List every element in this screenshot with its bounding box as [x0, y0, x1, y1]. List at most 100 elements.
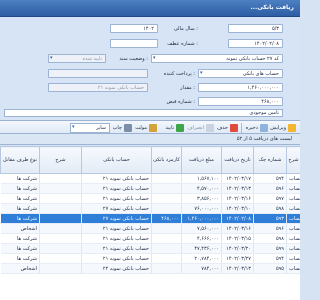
date-value: ۱۴۰۲/۰۲/۰۸ — [254, 41, 279, 47]
table-cell: شرکت ها — [0, 203, 40, 214]
payer-dropdown[interactable]: ▾ حساب های بانکی — [198, 69, 283, 78]
column-header[interactable]: شماره چک — [253, 146, 287, 174]
number-field[interactable]: ۵/۳ — [228, 24, 283, 33]
confirm-button[interactable]: تایید — [166, 123, 184, 133]
fiscal-year-label: سال مالی : — [173, 26, 198, 32]
chevron-down-icon[interactable]: ▾ — [153, 56, 159, 61]
receipt-form: ۵/۳ سال مالی : ۱۴۰۲ ۱۴۰۲/۰۲/۰۸ شماره عطف… — [0, 17, 300, 118]
table-cell: ۵۹۸ — [253, 233, 287, 244]
description-field[interactable]: تامین موجودی — [4, 109, 283, 117]
amount-label: مقدار : — [180, 85, 195, 91]
table-cell: ۱۴۰۲/۰۳/۲۷ — [221, 253, 254, 264]
edit-label: ویرایش — [270, 125, 286, 131]
table-cell: ۵۹۴ — [253, 173, 287, 184]
table-row[interactable]: اشخاص حساب بانکی نمونه ۲۱ ۷,۵۶۰,۰۰۰ ۱۴۰۲/۰۳… — [0, 223, 300, 234]
table-cell: شرکت ها — [0, 173, 40, 184]
table-cell: حساب بانکی نمونه ۲۲ — [81, 263, 152, 274]
date-field[interactable]: ۱۴۰۲/۰۲/۰۸ — [228, 39, 283, 48]
table-row[interactable]: شرکت ها حساب بانکی نمونه ۲۷ ۷۶,۰۰۰,۰۰۰ ۱۴۰۲… — [0, 203, 300, 214]
edit-button[interactable]: ویرایش — [270, 123, 296, 133]
table-cell: ۱۴۰۲/۰۳/۱۷ — [221, 173, 254, 184]
table-cell: ۵۹۹ — [253, 243, 287, 254]
table-cell: اشخاص — [0, 263, 40, 274]
table-cell — [39, 253, 82, 264]
account-ref-field: حساب بانکی نمونه ۲۱ — [48, 83, 148, 92]
table-row[interactable]: شرکت ها حساب بانکی نمونه ۲۷ ۴۶۸,۰۰۰ ۱,۴۶۰,۰… — [0, 213, 300, 224]
column-header[interactable]: نوع طرف مقابل — [0, 146, 40, 174]
table-cell: حساب — [286, 193, 300, 204]
table-cell: ۵۹۵ — [253, 263, 287, 274]
payer-value: حساب های بانکی — [242, 71, 279, 77]
bank-account-dropdown[interactable]: ▾ کد ۲۷ حساب بانکی نمونه — [151, 54, 283, 63]
table-cell: ۴۷,۴۳۶,۰۰۰ — [181, 243, 222, 254]
table-row[interactable]: شرکت ها حساب بانکی نمونه ۲۱ ۴۷,۴۳۶,۰۰۰ ۱۴۰۲… — [0, 243, 300, 254]
chevron-down-icon[interactable]: ▾ — [200, 71, 206, 76]
table-cell — [151, 203, 182, 214]
table-cell: حساب بانکی نمونه ۲۱ — [81, 243, 152, 254]
table-row[interactable]: شرکت ها حساب بانکی نمونه ۲۱ ۳,۸۵۶,۰۰۰ ۱۴۰۲/… — [0, 193, 300, 204]
table-row[interactable]: شرکت ها حساب بانکی نمونه ۲۱ ۴,۶۶۶,۰۰۰ ۱۴۰۲/… — [0, 233, 300, 244]
window-title: ...ریافت بانکی — [250, 4, 295, 11]
receipt-number-label: شماره قبض : — [166, 99, 195, 105]
table-cell — [39, 263, 82, 274]
table-row[interactable]: شرکت ها حساب بانکی نمونه ۲۱ ۲۰,۷۸۴,۰۰۰ ۱۴۰۲… — [0, 253, 300, 264]
table-cell — [151, 183, 182, 194]
amount-field[interactable]: ۱,۴۶۰,۰۰۰,۰۰۰ — [198, 83, 283, 92]
table-cell: ۵۹۶ — [253, 183, 287, 194]
print-button[interactable]: چاپ — [113, 123, 132, 133]
other-label: سایر — [96, 125, 106, 131]
table-cell — [39, 183, 82, 194]
table-cell: شرکت ها — [0, 253, 40, 264]
save-button[interactable]: ذخیره — [246, 123, 268, 133]
status-field: ▾ تایید شده — [48, 54, 106, 63]
table-cell — [39, 223, 82, 234]
table-cell: حساب — [286, 203, 300, 214]
bank-account-value: کد ۲۷ حساب بانکی نمونه — [226, 56, 279, 62]
table-cell: حساب بانکی نمونه ۲۱ — [81, 223, 152, 234]
table-cell: حساب — [286, 263, 300, 274]
next-button[interactable]: مولت — [135, 123, 157, 133]
receipt-number-field[interactable]: ۴۶۸,۰۰۰ — [198, 97, 283, 106]
payer-detail-field — [48, 69, 148, 78]
table-cell: حساب — [286, 183, 300, 194]
chevron-down-icon[interactable]: ▾ — [72, 125, 78, 130]
column-header[interactable]: شرح — [39, 146, 82, 174]
cancel-label: انصراف — [187, 125, 204, 131]
table-cell: ۱۴۰۲/۰۳/۱۶ — [221, 193, 254, 204]
cancel-icon — [206, 124, 214, 132]
table-row[interactable]: اشخاص حساب بانکی نمونه ۲۲ ۷۸۴,۰۰۰ ۱۴۰۲/۰۳/۱… — [0, 263, 300, 274]
delete-button[interactable]: حذف — [217, 123, 238, 133]
column-header[interactable]: حساب بانکی — [81, 146, 152, 174]
table-cell: ۵۹۴ — [253, 253, 287, 264]
column-header[interactable]: کارمزد بانکی — [151, 146, 182, 174]
receipts-table: نوع طرف مقابل شرح حساب بانکی کارمزد بانک… — [0, 146, 300, 274]
table-cell: ۱۴۰۲/۰۳/۱۳ — [221, 183, 254, 194]
number-value: ۵/۳ — [271, 26, 279, 32]
delete-label: حذف — [217, 125, 228, 131]
receipts-grid[interactable]: نوع طرف مقابل شرح حساب بانکی کارمزد بانک… — [0, 146, 300, 300]
table-cell — [151, 243, 182, 254]
table-cell: ۵۹۶ — [253, 223, 287, 234]
table-cell — [39, 203, 82, 214]
cancel-button[interactable]: انصراف — [188, 123, 214, 133]
table-cell: ۱۴۰۲/۰۲/۰۸ — [221, 213, 254, 224]
fiscal-year-value: ۱۴۰۲ — [143, 26, 154, 32]
table-cell: حساب بانکی نمونه ۲۱ — [81, 183, 152, 194]
account-ref-value: حساب بانکی نمونه ۲۱ — [97, 85, 144, 91]
column-header[interactable]: مبلغ دریافت — [181, 146, 222, 174]
column-header[interactable]: شرح — [286, 146, 300, 174]
other-dropdown[interactable]: ▾ سایر — [70, 123, 110, 133]
table-cell: ۴۶۸,۰۰۰ — [151, 213, 182, 224]
confirm-label: تایید — [165, 125, 174, 131]
reference-field[interactable] — [110, 39, 158, 48]
table-row[interactable]: شرکت ها حساب بانکی نمونه ۲۱ ۱,۵۶۷,۱۰۰ ۱۴۰۲/… — [0, 173, 300, 184]
fiscal-year-field[interactable]: ۱۴۰۲ — [110, 24, 158, 33]
table-cell: حساب بانکی نمونه ۲۷ — [81, 203, 152, 214]
table-cell: ۴,۵۷۰,۰۰۰ — [181, 183, 222, 194]
table-row[interactable]: شرکت ها حساب بانکی نمونه ۲۱ ۴,۵۷۰,۰۰۰ ۱۴۰۲/… — [0, 183, 300, 194]
description-value: تامین موجودی — [249, 110, 279, 116]
delete-icon — [230, 124, 238, 132]
column-header[interactable]: تاریخ دریافت — [221, 146, 254, 174]
table-header-row: نوع طرف مقابل شرح حساب بانکی کارمزد بانک… — [0, 146, 300, 174]
table-cell: حساب — [286, 223, 300, 234]
